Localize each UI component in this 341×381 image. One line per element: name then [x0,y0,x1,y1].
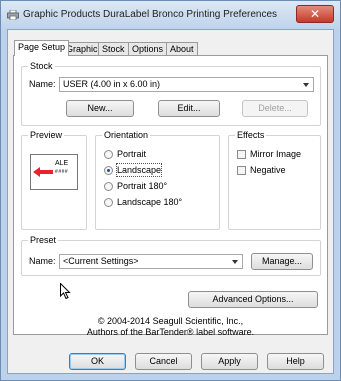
advanced-options-button[interactable]: Advanced Options... [188,291,318,308]
manage-presets-button[interactable]: Manage... [251,253,313,270]
portrait-180-radio[interactable] [104,182,113,191]
label-preview: ALE #### [30,154,78,190]
printer-icon [7,10,19,20]
tab-page-setup[interactable]: Page Setup [14,40,70,56]
landscape-label[interactable]: Landscape [115,163,163,177]
dialog-window: Graphic Products DuraLabel Bronco Printi… [0,0,341,381]
mouse-pointer-icon [60,283,71,299]
mirror-image-label[interactable]: Mirror Image [250,148,301,160]
chevron-down-icon [303,83,309,87]
copyright-line2: Authors of the BarTender® label software… [86,327,255,337]
preview-label-sub: #### [55,169,69,175]
orientation-group-label: Orientation [102,129,151,141]
title-bar[interactable]: Graphic Products DuraLabel Bronco Printi… [1,1,340,29]
new-stock-button[interactable]: New... [66,100,134,117]
landscape-180-label[interactable]: Landscape 180° [117,196,182,208]
negative-checkbox[interactable] [237,166,246,175]
stock-group-label: Stock [28,60,55,72]
ok-button[interactable]: OK [69,353,126,370]
edit-stock-button[interactable]: Edit... [158,100,220,117]
stock-group: Stock Name: USER (4.00 in x 6.00 in) New… [21,60,321,126]
stock-name-value: USER (4.00 in x 6.00 in) [63,79,161,89]
apply-button[interactable]: Apply [201,353,258,370]
help-button[interactable]: Help [267,353,324,370]
cancel-button[interactable]: Cancel [135,353,192,370]
stock-name-label: Name: [29,79,56,89]
delete-stock-button[interactable]: Delete... [242,100,308,117]
portrait-label[interactable]: Portrait [117,148,146,160]
arrow-left-icon [33,167,53,177]
portrait-180-label[interactable]: Portrait 180° [117,180,167,192]
stock-name-dropdown[interactable]: USER (4.00 in x 6.00 in) [59,77,314,92]
preset-name-dropdown[interactable]: <Current Settings> [59,254,243,269]
tab-stock[interactable]: Stock [98,42,129,55]
preset-name-value: <Current Settings> [63,256,139,266]
preview-group-label: Preview [28,129,65,141]
tab-options[interactable]: Options [128,42,168,55]
negative-label[interactable]: Negative [250,164,286,176]
window-title: Graphic Products DuraLabel Bronco Printi… [23,9,278,20]
preset-name-label: Name: [29,256,56,266]
preset-group-label: Preset [28,234,59,246]
portrait-radio[interactable] [104,150,113,159]
preview-label-text: ALE #### [55,160,68,176]
tab-about[interactable]: About [166,42,198,55]
close-button[interactable]: ✕ [296,5,334,23]
dialog-client-area: Page Setup Graphics Stock Options About … [7,29,334,374]
orientation-group: Orientation Portrait Landscape Portrait … [95,129,220,230]
landscape-radio[interactable] [104,166,113,175]
effects-group: Effects Mirror Image Negative [228,129,321,230]
landscape-180-radio[interactable] [104,198,113,207]
preview-label-title: ALE [55,160,69,167]
preview-group: Preview ALE #### [21,129,87,230]
effects-group-label: Effects [235,129,267,141]
chevron-down-icon [232,260,238,264]
preset-group: Preset Name: <Current Settings> Manage..… [21,234,321,276]
mirror-image-checkbox[interactable] [237,150,246,159]
copyright-line1: © 2004-2014 Seagull Scientific, Inc., [97,316,244,326]
